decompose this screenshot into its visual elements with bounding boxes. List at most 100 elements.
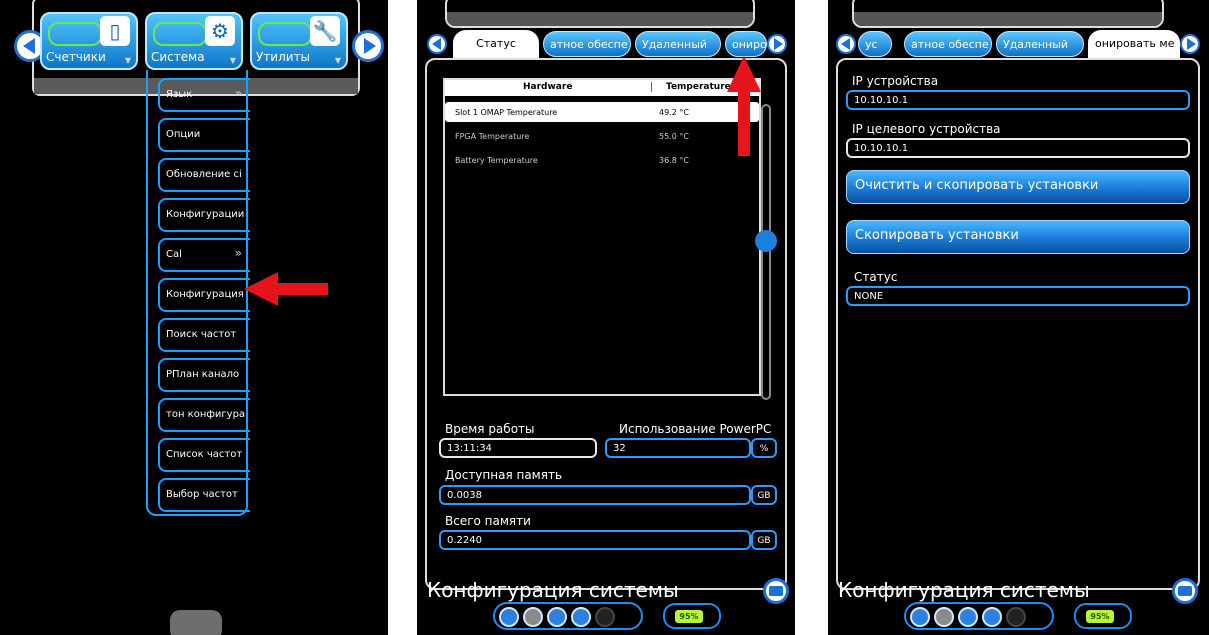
indicator-dot[interactable] (1006, 607, 1026, 627)
free-memory-label: Доступная память (445, 468, 563, 482)
header-hardware: Hardware (523, 82, 573, 92)
chevron-right-icon (1186, 38, 1196, 50)
status-label: Статус (854, 270, 898, 284)
scroll-right-button[interactable] (352, 30, 384, 62)
cpu-usage-label: Использование PowerPC (619, 422, 772, 436)
indicator-dot[interactable] (571, 607, 591, 627)
page-title: Конфигурация системы (427, 578, 679, 602)
device-ip-field[interactable]: 10.10.10.1 (846, 90, 1190, 110)
chevron-left-icon (431, 38, 441, 50)
bottom-handle-button[interactable] (170, 610, 222, 635)
battery-indicator: 95% (1074, 603, 1132, 629)
tile-utilities[interactable]: 🔧 Утилиты ▼ (250, 12, 348, 70)
cpu-usage-field: 32 (605, 438, 751, 458)
tab-status[interactable]: ус (858, 31, 892, 57)
battery-level: 95% (675, 610, 703, 623)
indicator-dot[interactable] (499, 607, 519, 627)
table-row[interactable]: Battery Temperature 36.8 °C (445, 150, 759, 170)
menu-item-configurations[interactable]: Конфигурации (158, 198, 250, 232)
indicator-dot[interactable] (958, 607, 978, 627)
tab-cloning[interactable]: онировать ме (1088, 30, 1180, 60)
menu-item-options[interactable]: Опции (158, 118, 250, 152)
target-ip-label: IP целевого устройства (852, 122, 1001, 136)
tile-label: Утилиты (256, 50, 311, 64)
menu-item-frequency-select[interactable]: Выбор частот (158, 478, 250, 512)
free-memory-unit: GB (751, 485, 777, 505)
status-indicators (493, 602, 643, 630)
gear-icon: ⚙ (205, 16, 235, 46)
uptime-label: Время работы (445, 422, 535, 436)
battery-indicator: 95% (663, 603, 721, 629)
screen-clone-settings: ус атное обеспе Удаленный онировать ме I… (828, 0, 1209, 635)
submenu-arrow-icon: » (234, 246, 242, 260)
tab-software[interactable]: атное обеспе (543, 31, 631, 57)
tab-remote[interactable]: Удаленный (635, 31, 721, 57)
status-indicators (904, 602, 1054, 630)
eject-button[interactable] (1172, 578, 1198, 604)
table-row[interactable]: Slot 1 OMAP Temperature 49.2 °C (445, 102, 759, 122)
chevron-right-icon (773, 38, 783, 50)
eject-button[interactable] (763, 578, 789, 604)
cpu-unit: % (751, 438, 777, 458)
status-field: NONE (846, 286, 1190, 306)
status-content-panel: Hardware Temperature Slot 1 OMAP Tempera… (425, 58, 787, 590)
scrollbar-thumb[interactable] (755, 230, 777, 252)
chevron-left-icon (840, 38, 850, 50)
table-scrollbar[interactable] (761, 104, 771, 400)
top-frame (445, 0, 755, 28)
tab-scroll-right-button[interactable] (1180, 34, 1200, 54)
menu-item-channel-plan[interactable]: РПлан канало (158, 358, 250, 392)
table-row[interactable]: FPGA Temperature 55.0 °C (445, 126, 759, 146)
total-memory-label: Всего памяти (445, 514, 531, 528)
menu-item-frequency-list[interactable]: Список частот (158, 438, 250, 472)
system-dropdown-menu: Язык» Опции Обновление сі Конфигурации C… (146, 70, 250, 516)
total-memory-unit: GB (751, 530, 777, 550)
wrench-icon: 🔧 (310, 16, 340, 46)
eject-icon (1178, 586, 1192, 596)
indicator-dot[interactable] (910, 607, 930, 627)
menu-item-language[interactable]: Язык» (158, 78, 250, 112)
tile-counters[interactable]: ▯ Счетчики ▼ (40, 12, 138, 70)
indicator-dot[interactable] (934, 607, 954, 627)
tile-system[interactable]: ⚙ Система ▼ (145, 12, 243, 70)
page-title: Конфигурация системы (838, 578, 1090, 602)
menu-item-cal[interactable]: Cal» (158, 238, 250, 272)
menu-item-tone-config[interactable]: тон конфигура (158, 398, 250, 432)
tab-remote[interactable]: Удаленный (996, 31, 1084, 57)
device-ip-label: IP устройства (852, 74, 939, 88)
tab-scroll-left-button[interactable] (427, 34, 447, 54)
counter-icon: ▯ (100, 16, 130, 46)
tab-scroll-right-button[interactable] (767, 34, 787, 54)
menu-item-system-configuration[interactable]: Конфигурация (158, 278, 250, 312)
top-frame (852, 0, 1164, 28)
total-memory-field: 0.2240 (439, 530, 751, 550)
tab-scroll-left-button[interactable] (836, 34, 856, 54)
screen-system-menu: ▯ Счетчики ▼ ⚙ Система ▼ 🔧 Утилиты ▼ Язы… (0, 0, 388, 635)
indicator-dot[interactable] (595, 607, 615, 627)
eject-icon (769, 586, 783, 596)
clone-content-panel: IP устройства 10.10.10.1 IP целевого уст… (836, 58, 1200, 590)
tab-software[interactable]: атное обеспе (904, 31, 992, 57)
header-temperature: Temperature (651, 82, 731, 92)
tab-status[interactable]: Статус (453, 30, 539, 60)
submenu-arrow-icon: » (234, 86, 242, 100)
menu-item-frequency-search[interactable]: Поиск частот (158, 318, 250, 352)
tab-cloning[interactable]: ониро (725, 31, 767, 57)
indicator-dot[interactable] (547, 607, 567, 627)
battery-level: 95% (1086, 610, 1114, 623)
screen-system-status: Статус атное обеспе Удаленный ониро Hard… (417, 0, 795, 635)
chevron-left-icon (22, 38, 35, 54)
clear-and-copy-button[interactable]: Очистить и скопировать установки (846, 170, 1190, 204)
menu-item-update[interactable]: Обновление сі (158, 158, 250, 192)
indicator-dot[interactable] (523, 607, 543, 627)
free-memory-field: 0.0038 (439, 485, 751, 505)
copy-settings-button[interactable]: Скопировать установки (846, 220, 1190, 254)
temperature-table: Hardware Temperature Slot 1 OMAP Tempera… (443, 78, 761, 396)
chevron-right-icon (363, 38, 376, 54)
uptime-field: 13:11:34 (439, 438, 597, 458)
indicator-dot[interactable] (982, 607, 1002, 627)
tile-label: Счетчики (46, 50, 106, 64)
target-ip-field[interactable]: 10.10.10.1 (846, 138, 1190, 158)
table-header: Hardware Temperature (445, 80, 759, 96)
tile-label: Система (151, 50, 205, 64)
